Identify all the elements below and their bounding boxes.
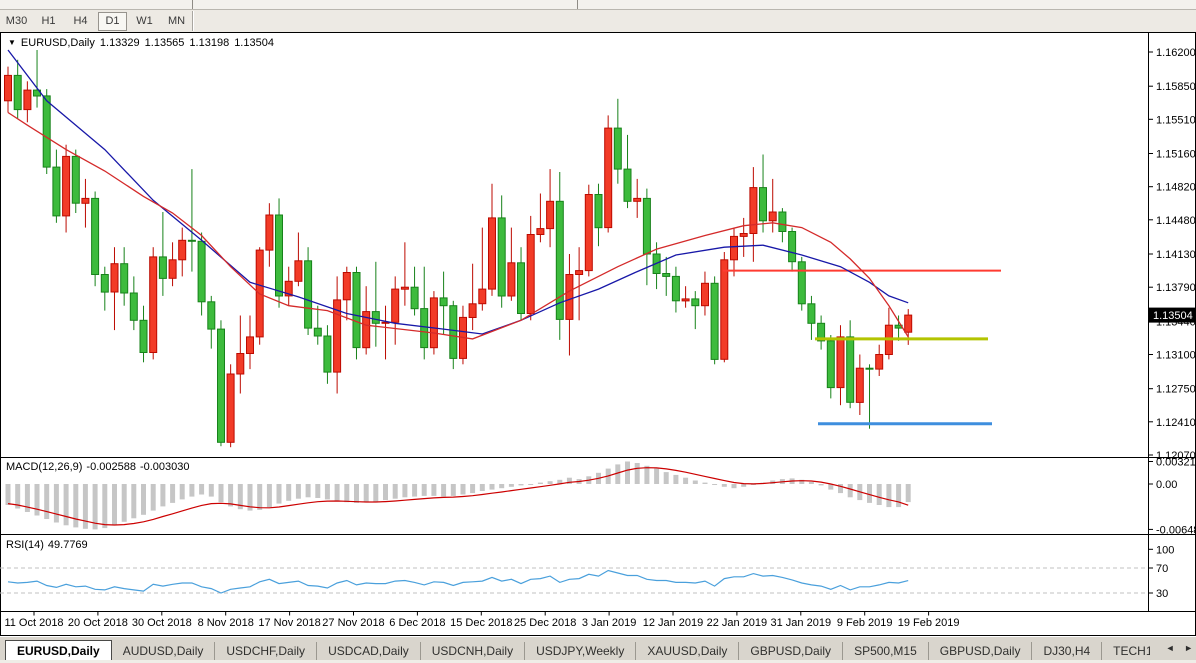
svg-text:8 Nov 2018: 8 Nov 2018 bbox=[198, 617, 254, 629]
svg-text:1.14820: 1.14820 bbox=[1156, 182, 1196, 194]
rsi-indicator-label: RSI(14) 49.7769 bbox=[6, 539, 92, 551]
svg-text:27 Nov 2018: 27 Nov 2018 bbox=[322, 617, 384, 629]
svg-text:30 Oct 2018: 30 Oct 2018 bbox=[132, 617, 192, 629]
svg-text:100: 100 bbox=[1156, 544, 1174, 556]
svg-text:-0.006485: -0.006485 bbox=[1156, 524, 1196, 536]
tab-scroll-left-icon[interactable]: ◄ bbox=[1166, 643, 1175, 653]
svg-text:3 Jan 2019: 3 Jan 2019 bbox=[582, 617, 636, 629]
rsi-value: 49.7769 bbox=[48, 539, 88, 551]
svg-text:1.13504: 1.13504 bbox=[1153, 310, 1193, 322]
svg-text:0.00: 0.00 bbox=[1156, 479, 1177, 491]
svg-text:1.13790: 1.13790 bbox=[1156, 282, 1196, 294]
chart-title: ▼ EURUSD,Daily 1.13329 1.13565 1.13198 1.1350… bbox=[8, 37, 274, 49]
svg-text:0.003216: 0.003216 bbox=[1156, 457, 1196, 469]
svg-text:11 Oct 2018: 11 Oct 2018 bbox=[4, 617, 63, 629]
symbol-dropdown-icon[interactable]: ▼ bbox=[8, 38, 16, 47]
svg-text:1.14480: 1.14480 bbox=[1156, 215, 1196, 227]
svg-text:1.12750: 1.12750 bbox=[1156, 384, 1196, 396]
svg-text:22 Jan 2019: 22 Jan 2019 bbox=[707, 617, 768, 629]
svg-text:15 Dec 2018: 15 Dec 2018 bbox=[450, 617, 512, 629]
macd-indicator-label: MACD(12,26,9) -0.002588 -0.003030 bbox=[6, 461, 194, 473]
tab-scroll-right-icon[interactable]: ► bbox=[1184, 643, 1193, 653]
svg-text:1.14130: 1.14130 bbox=[1156, 249, 1196, 261]
rsi-title: RSI(14) bbox=[6, 539, 44, 551]
svg-text:9 Feb 2019: 9 Feb 2019 bbox=[837, 617, 893, 629]
svg-text:17 Nov 2018: 17 Nov 2018 bbox=[258, 617, 320, 629]
svg-text:1.15510: 1.15510 bbox=[1156, 114, 1196, 126]
svg-text:20 Oct 2018: 20 Oct 2018 bbox=[68, 617, 128, 629]
svg-text:6 Dec 2018: 6 Dec 2018 bbox=[389, 617, 445, 629]
macd-signal-value: -0.003030 bbox=[140, 461, 190, 473]
svg-text:70: 70 bbox=[1156, 563, 1168, 575]
chart-symbol-label: EURUSD,Daily bbox=[21, 37, 95, 49]
svg-text:1.15850: 1.15850 bbox=[1156, 81, 1196, 93]
tab-scroll-arrows: ◄ ► bbox=[1155, 643, 1193, 653]
svg-text:1.16200: 1.16200 bbox=[1156, 47, 1196, 59]
macd-main-value: -0.002588 bbox=[86, 461, 136, 473]
svg-text:1.13100: 1.13100 bbox=[1156, 350, 1196, 362]
ohlc-low: 1.13198 bbox=[189, 37, 229, 49]
svg-text:31 Jan 2019: 31 Jan 2019 bbox=[771, 617, 832, 629]
chart-panes bbox=[0, 33, 1196, 636]
ohlc-high: 1.13565 bbox=[145, 37, 185, 49]
svg-text:25 Dec 2018: 25 Dec 2018 bbox=[514, 617, 576, 629]
ohlc-close: 1.13504 bbox=[234, 37, 274, 49]
svg-text:12 Jan 2019: 12 Jan 2019 bbox=[643, 617, 704, 629]
svg-text:30: 30 bbox=[1156, 588, 1168, 600]
svg-text:1.12410: 1.12410 bbox=[1156, 417, 1196, 429]
price-chart-canvas[interactable]: 1.16200 1.15850 1.15510 1.15160 1.14820 1.144… bbox=[0, 0, 1196, 663]
current-price-tag: 1.13504 bbox=[1149, 308, 1195, 323]
svg-text:1.15160: 1.15160 bbox=[1156, 149, 1196, 161]
svg-text:19 Feb 2019: 19 Feb 2019 bbox=[898, 617, 960, 629]
macd-title: MACD(12,26,9) bbox=[6, 461, 82, 473]
ohlc-open: 1.13329 bbox=[100, 37, 140, 49]
